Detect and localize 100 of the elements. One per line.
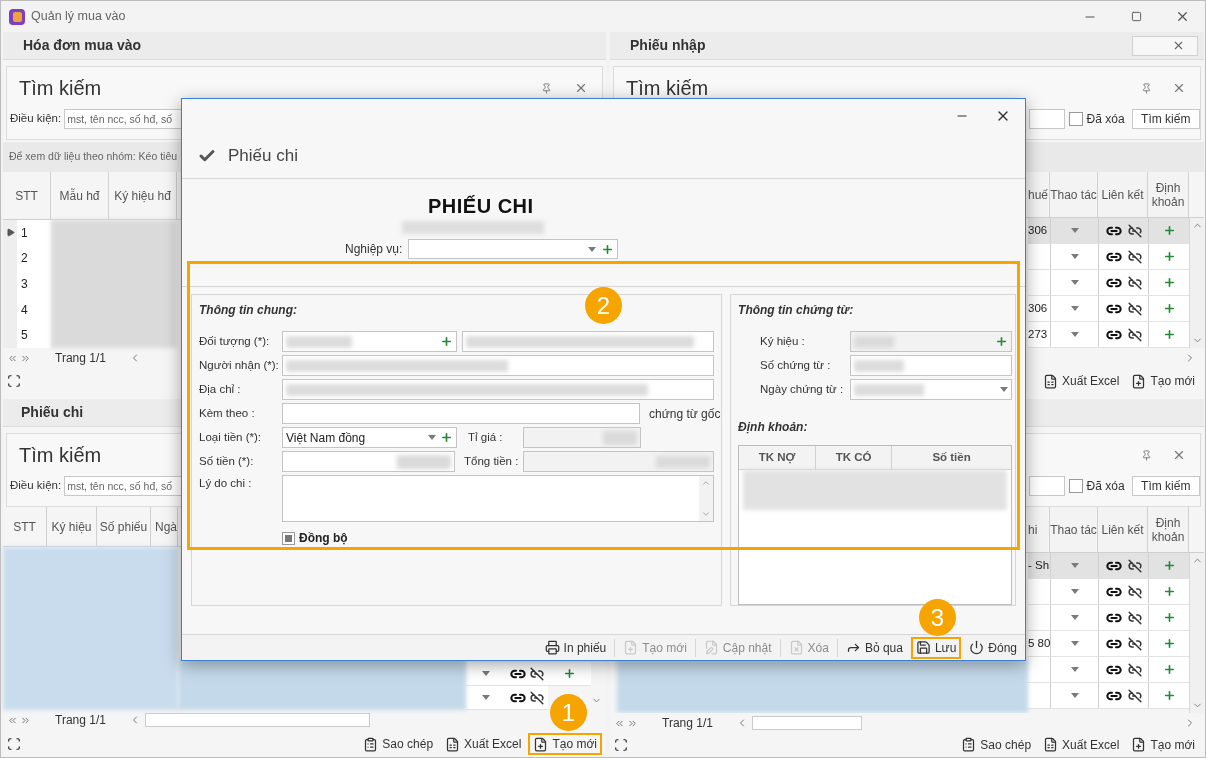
table-row[interactable]: [1028, 270, 1189, 296]
table-row[interactable]: [1028, 683, 1189, 709]
toolbar-button[interactable]: Tạo mới: [528, 733, 602, 755]
caret-icon[interactable]: [588, 246, 597, 252]
input-field[interactable]: [850, 331, 1013, 352]
search-field[interactable]: [1029, 476, 1066, 496]
add-icon[interactable]: [1162, 328, 1176, 341]
expand-icon[interactable]: [7, 737, 21, 751]
add-icon[interactable]: [1162, 250, 1176, 263]
search-button[interactable]: Tìm kiếm: [1131, 476, 1200, 496]
table-row[interactable]: [466, 686, 548, 710]
caret-icon[interactable]: [1070, 280, 1079, 285]
caret-icon[interactable]: [1070, 254, 1079, 259]
toolbar-button[interactable]: In phiếu: [539, 636, 612, 659]
toolbar-button[interactable]: Lưu: [910, 636, 962, 659]
expand-icon[interactable]: [614, 737, 628, 752]
input-field[interactable]: [462, 331, 714, 352]
caret-icon[interactable]: [482, 671, 490, 676]
add-icon[interactable]: [440, 431, 453, 444]
unlink-icon[interactable]: [1127, 584, 1142, 599]
add-icon[interactable]: [1162, 637, 1176, 650]
scrollbar-thumb[interactable]: [145, 713, 370, 727]
input-field[interactable]: [523, 451, 714, 472]
caret-icon[interactable]: [1070, 641, 1079, 646]
table-row[interactable]: 273: [1028, 322, 1189, 348]
input-field[interactable]: [282, 403, 640, 424]
toolbar-button[interactable]: Bỏ qua: [840, 636, 908, 659]
toolbar-button[interactable]: Xuất Excel: [440, 733, 527, 755]
pin-icon[interactable]: [1141, 82, 1152, 94]
toolbar-button[interactable]: Xuất Excel: [1038, 370, 1125, 392]
unlink-icon[interactable]: [1127, 275, 1142, 290]
table-row[interactable]: [1028, 657, 1189, 683]
add-icon[interactable]: [1162, 689, 1176, 702]
unlink-icon[interactable]: [1127, 223, 1142, 238]
toolbar-button[interactable]: Sao chép: [358, 733, 439, 755]
checkbox-label: Đã xóa: [1086, 478, 1125, 495]
caret-icon[interactable]: [1070, 228, 1079, 233]
add-icon[interactable]: [1162, 276, 1176, 289]
pin-icon[interactable]: [1141, 449, 1152, 461]
close-icon[interactable]: [1172, 39, 1185, 52]
maximize-icon[interactable]: [1130, 11, 1142, 22]
expand-icon[interactable]: [7, 374, 21, 388]
toolbar-button[interactable]: Sao chép: [956, 733, 1037, 756]
toolbar-button[interactable]: Đóng: [964, 636, 1022, 659]
column-header: Ký hiệu: [47, 507, 97, 546]
table-row[interactable]: 5 80: [1028, 631, 1189, 657]
add-icon[interactable]: [440, 335, 453, 348]
unlink-icon[interactable]: [1127, 688, 1142, 703]
currency-combo-box[interactable]: Việt Nam đồng: [282, 427, 457, 448]
search-field[interactable]: [1029, 109, 1066, 129]
add-icon[interactable]: [563, 667, 576, 680]
unlink-icon[interactable]: [1127, 301, 1142, 316]
table-row[interactable]: 306: [1028, 296, 1189, 322]
caret-icon[interactable]: [1070, 667, 1079, 672]
input-field[interactable]: [850, 355, 1013, 376]
add-icon[interactable]: [1162, 224, 1176, 237]
table-row[interactable]: - Sh: [1028, 553, 1189, 579]
toolbar-button[interactable]: Tạo mới: [1126, 370, 1200, 392]
search-button[interactable]: Tìm kiếm: [1131, 109, 1200, 129]
add-icon[interactable]: [1162, 302, 1176, 315]
checkbox[interactable]: [1069, 112, 1083, 126]
add-icon[interactable]: [1162, 559, 1176, 572]
add-icon[interactable]: [1162, 663, 1176, 676]
caret-icon[interactable]: [1070, 332, 1079, 337]
toolbar-button[interactable]: Xuất Excel: [1038, 733, 1125, 756]
field-label: Lý do chi :: [199, 476, 253, 491]
input-field[interactable]: [282, 331, 457, 352]
input-field[interactable]: [282, 355, 714, 376]
unlink-icon[interactable]: [1127, 558, 1142, 573]
toolbar-button[interactable]: Tạo mới: [1126, 733, 1200, 756]
caret-icon[interactable]: [482, 695, 490, 700]
caret-icon[interactable]: [1070, 693, 1079, 698]
unlink-icon[interactable]: [530, 690, 544, 705]
input-field[interactable]: [523, 427, 641, 448]
unlink-icon[interactable]: [1127, 662, 1142, 677]
table-row[interactable]: [466, 662, 591, 686]
caret-icon[interactable]: [1070, 589, 1079, 594]
table-row[interactable]: [1028, 579, 1189, 605]
caret-icon[interactable]: [428, 435, 436, 440]
caret-icon[interactable]: [1070, 306, 1079, 311]
unlink-icon[interactable]: [1127, 610, 1142, 625]
unlink-icon[interactable]: [1127, 636, 1142, 651]
unlink-icon[interactable]: [1127, 327, 1142, 342]
pin-icon[interactable]: [541, 82, 552, 94]
table-row[interactable]: 306: [1028, 218, 1189, 244]
checkbox[interactable]: [282, 531, 295, 545]
unlink-icon[interactable]: [1127, 249, 1142, 264]
input-field[interactable]: [282, 379, 714, 400]
add-icon[interactable]: [601, 242, 615, 256]
checkbox[interactable]: [1069, 479, 1083, 493]
scrollbar-thumb[interactable]: [752, 716, 862, 730]
add-icon[interactable]: [995, 335, 1009, 348]
add-icon[interactable]: [1162, 585, 1176, 598]
add-icon[interactable]: [1162, 611, 1176, 624]
caret-icon[interactable]: [1070, 563, 1079, 568]
table-row[interactable]: [1028, 244, 1189, 270]
input-field[interactable]: [282, 451, 455, 472]
unlink-icon[interactable]: [530, 666, 544, 681]
table-row[interactable]: [1028, 605, 1189, 631]
caret-icon[interactable]: [1070, 615, 1079, 620]
